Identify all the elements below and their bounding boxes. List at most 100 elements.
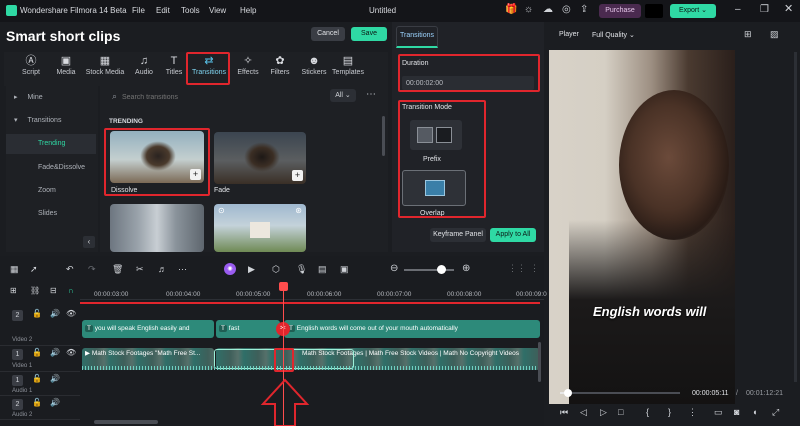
close-icon[interactable]: ✕ bbox=[784, 4, 793, 15]
mark-out-icon[interactable]: } bbox=[668, 408, 671, 417]
playhead-handle[interactable] bbox=[279, 282, 288, 291]
stop-icon[interactable]: □ bbox=[618, 408, 623, 417]
marker-icon[interactable]: ⬡ bbox=[272, 265, 280, 274]
tab-stock-media[interactable]: ▦ Stock Media bbox=[82, 52, 128, 84]
ai-tool-icon[interactable]: ◉ bbox=[224, 263, 236, 275]
audio-tools-icon[interactable]: ♬ bbox=[158, 265, 167, 274]
save-button[interactable]: Save bbox=[351, 27, 387, 41]
tab-templates[interactable]: ▤ Templates bbox=[326, 52, 370, 84]
mute-icon[interactable]: 🔊 bbox=[50, 375, 60, 383]
link-icon[interactable]: ⛓ bbox=[30, 287, 40, 295]
maximize-icon[interactable]: ❐ bbox=[760, 5, 769, 15]
headset-icon[interactable]: ◎ bbox=[562, 5, 571, 15]
undo-icon[interactable]: ↶ bbox=[66, 265, 74, 274]
mute-icon[interactable]: 🔊 bbox=[50, 399, 60, 407]
ruler-tick-5: 00:00:08:00 bbox=[447, 291, 482, 298]
sidebar-item-slides[interactable]: Slides bbox=[6, 204, 96, 224]
add-icon[interactable]: + bbox=[292, 170, 303, 181]
delete-icon[interactable]: 🗑 bbox=[112, 265, 123, 274]
ruler-tick-2: 00:00:05:00 bbox=[236, 291, 271, 298]
zoom-slider-track[interactable] bbox=[404, 269, 454, 271]
magnet-icon[interactable]: ∩ bbox=[68, 287, 74, 295]
mic-icon[interactable]: 🎙 bbox=[296, 265, 307, 274]
trending-heading: TRENDING bbox=[109, 118, 143, 125]
tab-media[interactable]: ▣ Media bbox=[46, 52, 86, 84]
cut-icon[interactable]: ✂ bbox=[136, 265, 144, 274]
sidebar-item-transitions[interactable]: ▾ Transitions bbox=[6, 111, 96, 131]
play-icon[interactable]: ▷ bbox=[600, 408, 607, 417]
sidebar-item-zoom[interactable]: Zoom bbox=[6, 181, 96, 201]
select-tool-icon[interactable]: ▦ bbox=[10, 265, 19, 274]
purchase-button[interactable]: Purchase bbox=[599, 4, 641, 18]
cloud-icon[interactable]: ☁ bbox=[543, 5, 553, 15]
lock-icon[interactable]: 🔓 bbox=[32, 375, 42, 383]
keyframe-panel-button[interactable]: Keyframe Panel bbox=[430, 228, 486, 242]
lock-icon[interactable]: 🔓 bbox=[32, 399, 42, 407]
transition-thumb-city[interactable] bbox=[110, 204, 204, 252]
fullscreen-icon[interactable]: ⤢ bbox=[772, 408, 779, 417]
eye-icon[interactable]: 👁 bbox=[66, 349, 76, 357]
tab-effects-label: Effects bbox=[237, 69, 259, 76]
image-icon[interactable]: ▨ bbox=[770, 30, 779, 39]
transition-thumb-fade[interactable]: + bbox=[214, 132, 306, 184]
menu-tools[interactable]: Tools bbox=[181, 6, 200, 15]
menu-help[interactable]: Help bbox=[240, 6, 256, 15]
menu-edit[interactable]: Edit bbox=[156, 6, 170, 15]
menu-view[interactable]: View bbox=[209, 6, 226, 15]
zoom-out-icon[interactable]: ⊖ bbox=[390, 264, 398, 274]
quality-dropdown[interactable]: Full Quality ⌄ bbox=[592, 31, 635, 39]
volume-icon[interactable]: ◖ bbox=[752, 408, 757, 417]
timeline-horizontal-scrollbar[interactable] bbox=[94, 420, 158, 424]
add-track-icon[interactable]: ⊞ bbox=[10, 287, 17, 295]
gift-icon[interactable]: 🎁 bbox=[505, 5, 517, 15]
sidebar-item-mine[interactable]: ▸ Mine bbox=[6, 88, 96, 108]
sidebar-item-fade-dissolve[interactable]: Fade&Dissolve bbox=[6, 158, 96, 178]
title-clip[interactable]: T fast bbox=[216, 320, 280, 338]
keyframe-icon[interactable]: ▣ bbox=[340, 265, 349, 274]
filter-dropdown[interactable]: All ⌄ bbox=[330, 89, 356, 102]
more-tools-icon[interactable]: ⋯ bbox=[178, 265, 187, 274]
search-input[interactable] bbox=[122, 90, 322, 104]
voiceover-icon[interactable]: ▤ bbox=[318, 265, 327, 274]
layout-grid-icon[interactable]: ⋮⋮ bbox=[508, 264, 526, 273]
collapse-sidebar-icon[interactable]: ‹ bbox=[83, 236, 95, 248]
mute-icon[interactable]: 🔊 bbox=[50, 349, 60, 357]
eye-icon[interactable]: 👁 bbox=[66, 310, 76, 318]
timeline-more-icon[interactable]: ⋮ bbox=[530, 264, 539, 273]
video-preview[interactable]: English words will bbox=[549, 50, 735, 404]
mute-icon[interactable]: 🔊 bbox=[50, 310, 60, 318]
options-icon[interactable]: ⋮ bbox=[688, 408, 697, 417]
step-back-icon[interactable]: ⏮ bbox=[560, 408, 568, 417]
export-button[interactable]: Export ⌄ bbox=[670, 4, 716, 18]
snap-icon[interactable]: ⊟ bbox=[50, 287, 57, 295]
zoom-in-icon[interactable]: ⊕ bbox=[462, 264, 470, 274]
sidebar-item-trending[interactable]: Trending bbox=[6, 134, 96, 154]
lock-icon[interactable]: 🔓 bbox=[32, 349, 42, 357]
render-icon[interactable]: ▶ bbox=[248, 265, 255, 274]
transition-thumb-house[interactable]: ⊙ ⊛ bbox=[214, 204, 306, 252]
cancel-button[interactable]: Cancel bbox=[311, 27, 345, 41]
in-out-range bbox=[80, 302, 540, 304]
mark-in-icon[interactable]: { bbox=[646, 408, 649, 417]
menu-file[interactable]: File bbox=[132, 6, 145, 15]
playback-progress-track[interactable] bbox=[560, 392, 680, 394]
pointer-tool-icon[interactable]: ➚ bbox=[30, 265, 38, 274]
more-options-icon[interactable]: ⋯ bbox=[366, 90, 376, 100]
lock-icon[interactable]: 🔓 bbox=[32, 310, 42, 318]
play-reverse-icon[interactable]: ◁ bbox=[580, 408, 587, 417]
minimize-icon[interactable]: – bbox=[735, 5, 741, 15]
display-icon[interactable]: ▭ bbox=[714, 408, 723, 417]
preview-scrollbar[interactable] bbox=[794, 52, 797, 382]
avatar[interactable] bbox=[645, 4, 663, 18]
zoom-slider-knob[interactable] bbox=[437, 265, 446, 274]
title-clip[interactable]: T you will speak English easily and bbox=[82, 320, 214, 338]
library-scrollbar[interactable] bbox=[382, 116, 385, 156]
upload-icon[interactable]: ⇪ bbox=[580, 5, 588, 15]
apply-to-all-button[interactable]: Apply to All bbox=[490, 228, 536, 242]
timeline-vertical-scrollbar[interactable] bbox=[538, 342, 541, 382]
grid-icon[interactable]: ⊞ bbox=[744, 30, 752, 39]
snapshot-icon[interactable]: ◙ bbox=[734, 408, 739, 417]
sun-icon[interactable]: ☼ bbox=[524, 5, 533, 15]
redo-icon[interactable]: ↷ bbox=[88, 265, 96, 274]
title-clip[interactable]: T English words will come out of your mo… bbox=[284, 320, 540, 338]
